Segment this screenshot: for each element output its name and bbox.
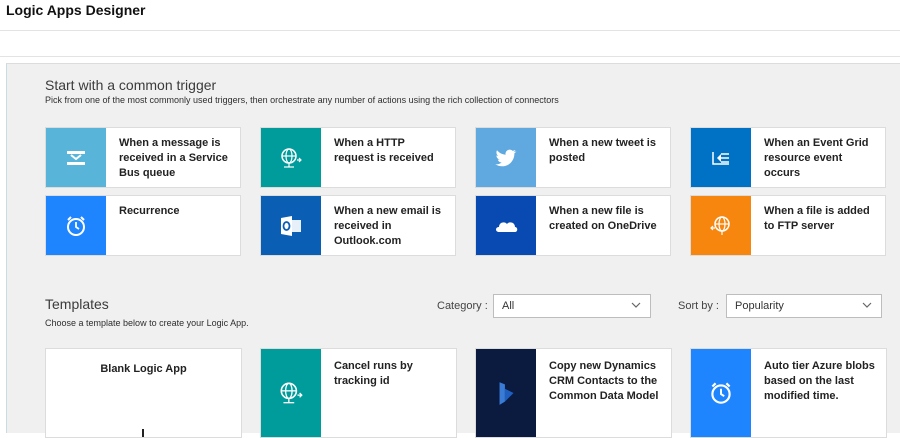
chevron-down-icon: [862, 302, 872, 308]
trigger-label: Recurrence: [119, 205, 180, 217]
template-label: Auto tier Azure blobs based on the last …: [764, 360, 875, 402]
category-dropdown[interactable]: All: [493, 294, 651, 318]
category-label: Category :: [437, 300, 488, 312]
trigger-label: When a message is received in a Service …: [119, 137, 228, 179]
trigger-card-service-bus[interactable]: When a message is received in a Service …: [45, 127, 241, 188]
outlook-icon: [261, 196, 321, 255]
twitter-icon: [476, 128, 536, 187]
sort-label: Sort by :: [678, 300, 719, 312]
trigger-label: When a file is added to FTP server: [764, 205, 870, 232]
header-divider: [0, 30, 900, 31]
designer-canvas: Start with a common trigger Pick from on…: [6, 63, 900, 438]
http-globe-icon: [261, 128, 321, 187]
trigger-label: When a new tweet is posted: [549, 137, 656, 164]
trigger-label: When an Event Grid resource event occurs: [764, 137, 869, 179]
trigger-label: When a new email is received in Outlook.…: [334, 205, 441, 247]
template-card-auto-tier-blobs[interactable]: Auto tier Azure blobs based on the last …: [690, 348, 887, 438]
trigger-card-ftp[interactable]: When a file is added to FTP server: [690, 195, 886, 256]
trigger-label: When a new file is created on OneDrive: [549, 205, 657, 232]
onedrive-icon: [476, 196, 536, 255]
app-title: Logic Apps Designer: [6, 2, 146, 18]
template-label: Blank Logic App: [100, 363, 187, 375]
trigger-card-http[interactable]: When a HTTP request is received: [260, 127, 456, 188]
dynamics-icon: [476, 349, 536, 437]
trigger-card-onedrive[interactable]: When a new file is created on OneDrive: [475, 195, 671, 256]
plus-icon: [142, 429, 144, 437]
template-label: Cancel runs by tracking id: [334, 360, 413, 387]
sort-dropdown[interactable]: Popularity: [726, 294, 882, 318]
trigger-card-event-grid[interactable]: When an Event Grid resource event occurs: [690, 127, 886, 188]
chevron-down-icon: [631, 302, 641, 308]
trigger-card-outlook[interactable]: When a new email is received in Outlook.…: [260, 195, 456, 256]
event-grid-icon: [691, 128, 751, 187]
templates-heading: Templates: [45, 296, 109, 312]
template-card-blank[interactable]: Blank Logic App: [45, 348, 242, 438]
template-label: Copy new Dynamics CRM Contacts to the Co…: [549, 360, 659, 402]
category-value: All: [502, 300, 515, 312]
template-card-cancel-runs[interactable]: Cancel runs by tracking id: [260, 348, 457, 438]
trigger-card-twitter[interactable]: When a new tweet is posted: [475, 127, 671, 188]
trigger-card-recurrence[interactable]: Recurrence: [45, 195, 241, 256]
alarm-clock-icon: [691, 349, 751, 437]
service-bus-icon: [46, 128, 106, 187]
templates-subtitle: Choose a template below to create your L…: [45, 318, 249, 328]
trigger-label: When a HTTP request is received: [334, 137, 434, 164]
ftp-globe-icon: [691, 196, 751, 255]
triggers-subtitle: Pick from one of the most commonly used …: [45, 95, 559, 105]
sort-value: Popularity: [735, 300, 784, 312]
http-globe-icon: [261, 349, 321, 437]
toolbar-divider: [0, 56, 900, 57]
triggers-heading: Start with a common trigger: [45, 77, 217, 93]
alarm-clock-icon: [46, 196, 106, 255]
template-card-dynamics-crm[interactable]: Copy new Dynamics CRM Contacts to the Co…: [475, 348, 672, 438]
